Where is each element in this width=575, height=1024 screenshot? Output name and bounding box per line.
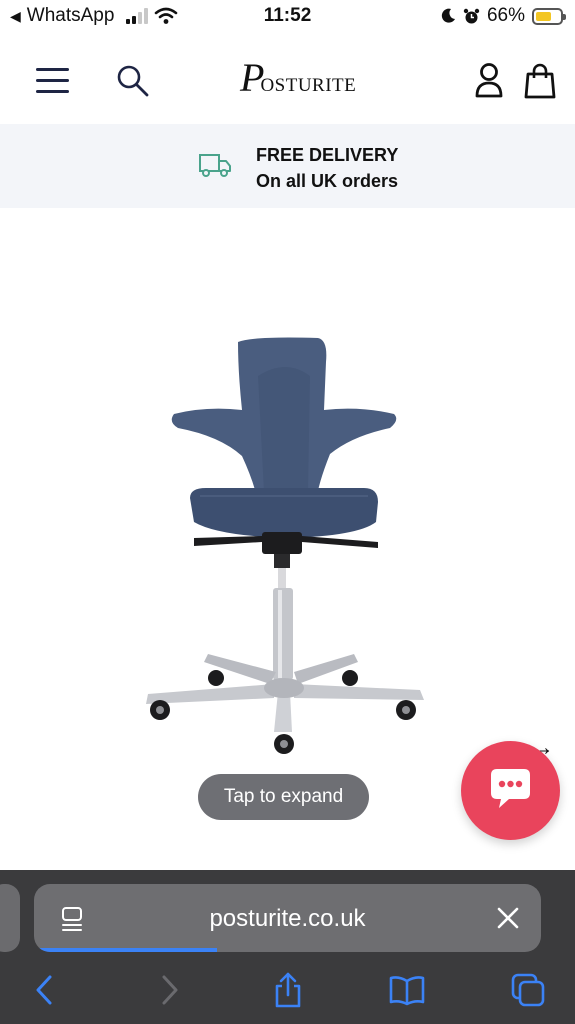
product-image-chair[interactable] bbox=[138, 332, 438, 762]
truck-icon bbox=[199, 154, 231, 177]
search-icon[interactable] bbox=[114, 62, 152, 100]
logo-text: OSTURITE bbox=[260, 75, 357, 96]
menu-icon[interactable] bbox=[36, 66, 69, 94]
posturite-logo[interactable]: P OSTURITE bbox=[240, 58, 356, 98]
moon-icon bbox=[441, 8, 455, 23]
forward-icon[interactable] bbox=[150, 972, 186, 1008]
chat-button[interactable] bbox=[461, 741, 560, 840]
battery-percent: 66% bbox=[486, 5, 525, 26]
close-icon[interactable] bbox=[496, 906, 520, 930]
address-bar[interactable]: posturite.co.uk bbox=[34, 884, 541, 952]
delivery-banner[interactable]: FREE DELIVERY On all UK orders bbox=[0, 124, 575, 208]
product-gallery[interactable]: ← → Tap to expand bbox=[0, 208, 575, 870]
share-icon[interactable] bbox=[270, 972, 306, 1008]
battery-fill bbox=[536, 11, 552, 21]
delivery-text: FREE DELIVERY On all UK orders bbox=[256, 142, 398, 194]
battery-icon bbox=[532, 7, 566, 25]
account-icon[interactable] bbox=[474, 62, 504, 100]
tabs-icon[interactable] bbox=[510, 972, 546, 1008]
site-header: P OSTURITE bbox=[0, 38, 575, 122]
browser-bottom-bar: posturite.co.uk bbox=[0, 870, 575, 1024]
delivery-line-2: On all UK orders bbox=[256, 171, 399, 191]
status-bar: ◀ WhatsApp 11:52 66% bbox=[0, 0, 575, 34]
status-right: 66% bbox=[440, 5, 566, 27]
back-icon[interactable] bbox=[28, 972, 64, 1008]
chat-icon bbox=[491, 769, 530, 808]
previous-tab-peek[interactable] bbox=[0, 884, 20, 952]
delivery-line-1: FREE DELIVERY bbox=[256, 145, 399, 165]
page-load-progress bbox=[34, 948, 217, 952]
bag-icon[interactable] bbox=[524, 62, 556, 100]
alarm-icon bbox=[463, 8, 480, 23]
bookmarks-icon[interactable] bbox=[389, 972, 425, 1008]
tap-to-expand-button[interactable]: Tap to expand bbox=[198, 774, 369, 820]
url-text[interactable]: posturite.co.uk bbox=[34, 905, 541, 933]
